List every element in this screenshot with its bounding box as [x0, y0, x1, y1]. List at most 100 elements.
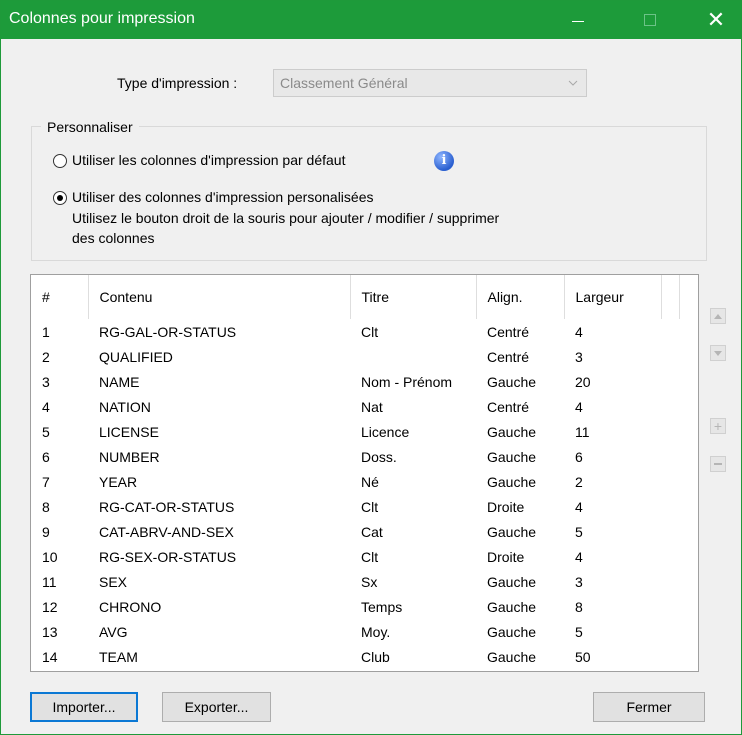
- cell-align: Centré: [487, 323, 530, 340]
- column-header-width[interactable]: Largeur: [564, 275, 662, 319]
- cell-content: SEX: [99, 573, 128, 590]
- cell-number: 5: [42, 423, 50, 440]
- cell-filler: [661, 594, 679, 619]
- info-icon[interactable]: i: [434, 151, 454, 171]
- cell-filler: [661, 619, 679, 644]
- cell-filler: [661, 644, 679, 669]
- table-row[interactable]: 5 LICENSE Licence Gauche 11: [31, 419, 679, 444]
- column-header-content[interactable]: Contenu: [88, 275, 351, 319]
- cell-filler: [661, 419, 679, 444]
- table-row[interactable]: 12 CHRONO Temps Gauche 8: [31, 594, 679, 619]
- cell-content: NAME: [99, 373, 140, 390]
- cell-width: 20: [575, 373, 591, 390]
- table-row[interactable]: 3 NAME Nom - Prénom Gauche 20: [31, 369, 679, 394]
- cell-number: 4: [42, 398, 50, 415]
- move-down-button[interactable]: [710, 345, 726, 361]
- cell-content: AVG: [99, 623, 128, 640]
- cell-title: Moy.: [361, 623, 391, 640]
- minimize-button[interactable]: [555, 1, 601, 39]
- cell-filler: [661, 544, 679, 569]
- cell-number: 11: [42, 573, 57, 590]
- add-column-button[interactable]: +: [710, 418, 726, 434]
- chevron-down-icon: [568, 80, 578, 86]
- cell-align: Droite: [487, 498, 525, 515]
- cell-number: 3: [42, 373, 50, 390]
- cell-number: 6: [42, 448, 50, 465]
- cell-width: 11: [575, 423, 590, 440]
- cell-title: Clt: [361, 323, 379, 340]
- cell-content: LICENSE: [99, 423, 159, 440]
- custom-help-text-line1: Utilisez le bouton droit de la souris po…: [72, 210, 500, 226]
- title-bar[interactable]: Colonnes pour impression ✕: [1, 1, 741, 39]
- columns-table[interactable]: # Contenu Titre Align. Largeur 1 RG-GAL-O…: [30, 274, 699, 672]
- close-button[interactable]: Fermer: [593, 692, 705, 722]
- cell-title: Club: [361, 648, 390, 665]
- cell-align: Gauche: [487, 598, 537, 615]
- table-row[interactable]: 13 AVG Moy. Gauche 5: [31, 619, 679, 644]
- cell-content: NATION: [99, 398, 151, 415]
- cell-align: Gauche: [487, 648, 537, 665]
- cell-number: 1: [42, 323, 50, 340]
- default-columns-label[interactable]: Utiliser les colonnes d'impression par d…: [72, 152, 345, 168]
- cell-width: 3: [575, 573, 583, 590]
- default-columns-radio[interactable]: [53, 154, 67, 168]
- remove-column-button[interactable]: [710, 456, 726, 472]
- cell-title: Licence: [361, 423, 410, 440]
- cell-number: 7: [42, 473, 50, 490]
- cell-number: 14: [42, 648, 58, 665]
- cell-title: Clt: [361, 498, 379, 515]
- cell-align: Gauche: [487, 573, 537, 590]
- table-row[interactable]: 8 RG-CAT-OR-STATUS Clt Droite 4: [31, 494, 679, 519]
- column-header-title[interactable]: Titre: [350, 275, 477, 319]
- table-row[interactable]: 4 NATION Nat Centré 4: [31, 394, 679, 419]
- maximize-button: [627, 1, 673, 39]
- cell-align: Centré: [487, 348, 530, 365]
- plus-icon: +: [713, 418, 723, 434]
- arrow-down-icon: [714, 350, 722, 356]
- table-row[interactable]: 11 SEX Sx Gauche 3: [31, 569, 679, 594]
- export-button[interactable]: Exporter...: [162, 692, 271, 722]
- table-row[interactable]: 9 CAT-ABRV-AND-SEX Cat Gauche 5: [31, 519, 679, 544]
- table-row[interactable]: 1 RG-GAL-OR-STATUS Clt Centré 4: [31, 319, 679, 344]
- cell-content: RG-GAL-OR-STATUS: [99, 323, 237, 340]
- cell-content: RG-SEX-OR-STATUS: [99, 548, 237, 565]
- cell-filler: [661, 494, 679, 519]
- cell-content: NUMBER: [99, 448, 160, 465]
- cell-filler: [661, 344, 679, 369]
- column-header-number[interactable]: #: [31, 275, 89, 319]
- cell-number: 12: [42, 598, 58, 615]
- column-header-align[interactable]: Align.: [476, 275, 565, 319]
- table-row[interactable]: 2 QUALIFIED Centré 3: [31, 344, 679, 369]
- cell-content: CHRONO: [99, 598, 162, 615]
- cell-filler: [661, 569, 679, 594]
- print-type-label: Type d'impression :: [117, 75, 238, 91]
- cell-filler: [661, 394, 679, 419]
- cell-align: Gauche: [487, 423, 537, 440]
- table-row[interactable]: 14 TEAM Club Gauche 50: [31, 644, 679, 669]
- custom-columns-label[interactable]: Utiliser des colonnes d'impression perso…: [72, 189, 374, 205]
- print-columns-dialog: Colonnes pour impression ✕ Type d'impres…: [0, 0, 742, 735]
- cell-number: 13: [42, 623, 58, 640]
- cell-title: Sx: [361, 573, 378, 590]
- cell-title: [350, 344, 476, 369]
- cell-align: Droite: [487, 548, 525, 565]
- move-up-button[interactable]: [710, 308, 726, 324]
- custom-help-text-line2: des colonnes: [72, 230, 155, 246]
- cell-align: Centré: [487, 398, 530, 415]
- import-button[interactable]: Importer...: [30, 692, 138, 722]
- close-icon: ✕: [706, 7, 726, 32]
- table-row[interactable]: 6 NUMBER Doss. Gauche 6: [31, 444, 679, 469]
- custom-columns-radio[interactable]: [53, 191, 67, 205]
- cell-filler: [661, 444, 679, 469]
- cell-number: 8: [42, 498, 50, 515]
- arrow-up-icon: [714, 313, 722, 319]
- column-header-filler: [661, 275, 680, 319]
- table-row[interactable]: 10 RG-SEX-OR-STATUS Clt Droite 4: [31, 544, 679, 569]
- close-window-button[interactable]: ✕: [693, 1, 739, 39]
- cell-content: QUALIFIED: [99, 348, 173, 365]
- cell-title: Temps: [361, 598, 403, 615]
- cell-filler: [661, 369, 679, 394]
- cell-title: Nom - Prénom: [361, 373, 453, 390]
- cell-filler: [661, 469, 679, 494]
- table-row[interactable]: 7 YEAR Né Gauche 2: [31, 469, 679, 494]
